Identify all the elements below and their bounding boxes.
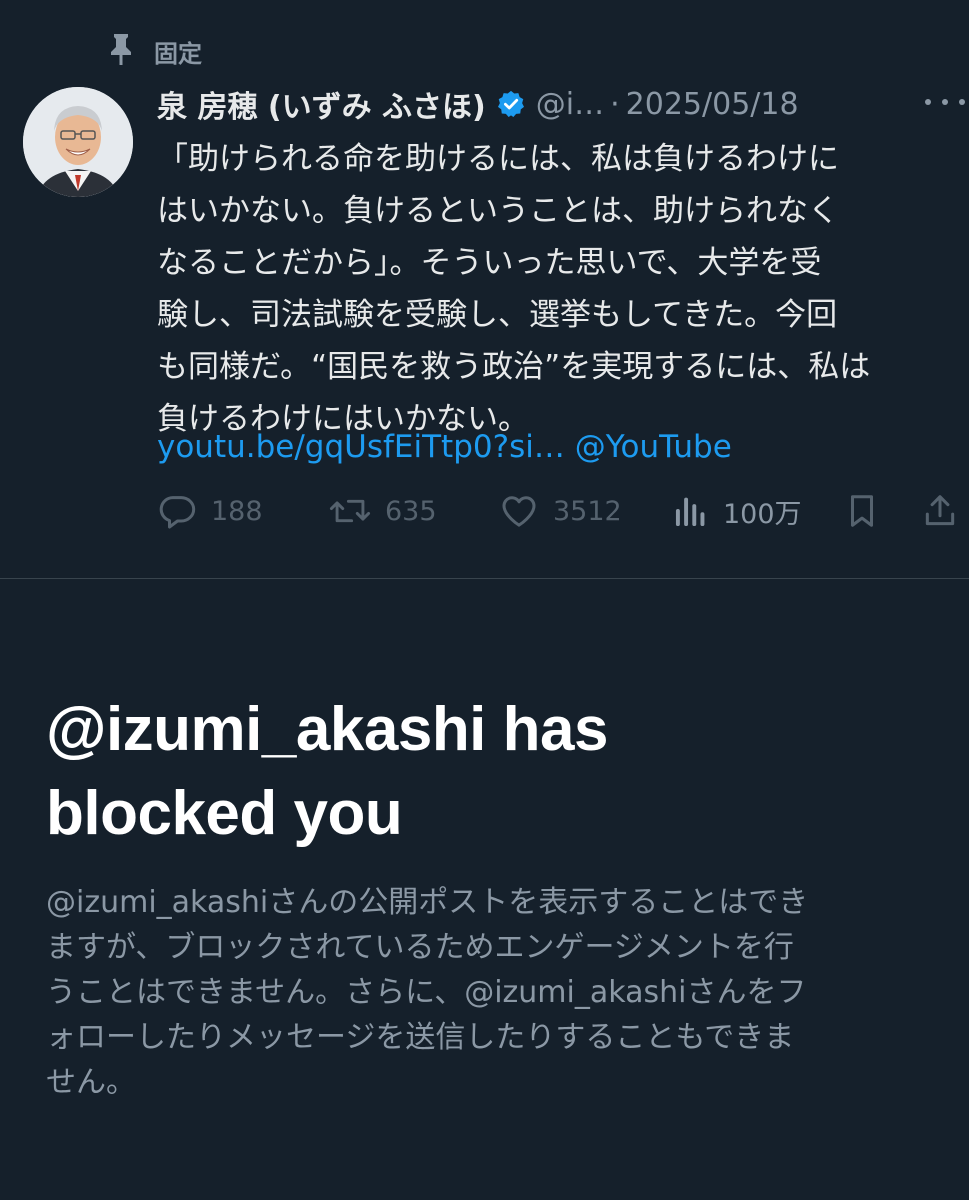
blocked-description: @izumi_akashiさんの公開ポストを表示することはでき ますが、ブロック… [46,880,956,1105]
more-options-icon[interactable] [925,90,965,114]
blocked-desc-line: @izumi_akashiさんの公開ポストを表示することはでき [46,885,809,920]
share-icon [921,491,959,531]
divider [0,578,969,579]
tweet-actions: 188 635 3512 100万 [157,488,969,534]
pinned-label: 固定 [154,39,202,68]
share-button[interactable] [921,488,959,534]
blocked-desc-line: うことはできません。さらに、@izumi_akashiさんをフ [46,975,807,1010]
pinned-indicator: 固定 [108,34,202,68]
bookmark-button[interactable] [843,488,881,534]
view-count: 100万 [723,498,802,530]
bookmark-icon [843,491,881,531]
tweet-text-line: はいかない。負けるということは、助けられなく [157,193,839,229]
retweet-icon [329,491,371,531]
blocked-desc-line: せん。 [46,1065,136,1100]
tweet-text: 「助けられる命を助けるには、私は負けるわけに はいかない。負けるということは、助… [157,133,969,445]
pin-icon [108,32,134,70]
like-button[interactable]: 3512 [499,488,622,534]
blocked-title-line: blocked you [46,779,403,848]
blocked-desc-line: ますが、ブロックされているためエンゲージメントを行 [46,930,794,965]
tweet-links: youtu.be/gqUsfEiTtp0?si… @YouTube [157,421,732,473]
blocked-title: @izumi_akashi has blocked you [46,688,946,856]
reply-icon [157,491,197,531]
reply-count: 188 [211,495,263,527]
pinned-tweet[interactable]: 固定 泉 房穂 (いずみ ふさほ) @i… · 2025/05/18 「助けられ… [0,0,969,578]
tweet-text-line: 「助けられる命を助けるには、私は負けるわけに [157,141,839,177]
author-handle[interactable]: @i… [536,87,604,122]
like-count: 3512 [553,495,622,527]
verified-badge-icon [496,89,526,119]
youtube-link[interactable]: youtu.be/gqUsfEiTtp0?si… [157,429,565,465]
tweet-header: 泉 房穂 (いずみ ふさほ) @i… · 2025/05/18 [157,82,957,126]
tweet-text-line: なることだから」。そういった思いで、大学を受 [157,245,822,281]
blocked-title-line: @izumi_akashi has [46,695,608,764]
bar-chart-icon [673,491,709,531]
youtube-mention[interactable]: @YouTube [575,429,732,465]
retweet-button[interactable]: 635 [329,488,437,534]
tweet-text-line: 験し、司法試験を受験し、選挙もしてきた。今回 [157,297,838,333]
tweet-text-line: も同様だ。“国民を救う政治”を実現するには、私は [157,349,871,385]
author-name[interactable]: 泉 房穂 (いずみ ふさほ) [157,82,486,126]
avatar[interactable] [23,87,133,197]
tweet-date[interactable]: 2025/05/18 [626,87,799,122]
separator: · [610,86,620,122]
views-button[interactable]: 100万 [673,488,802,534]
heart-icon [499,491,539,531]
blocked-desc-line: ォローしたりメッセージを送信したりすることもできま [46,1020,795,1055]
reply-button[interactable]: 188 [157,488,263,534]
retweet-count: 635 [385,495,437,527]
